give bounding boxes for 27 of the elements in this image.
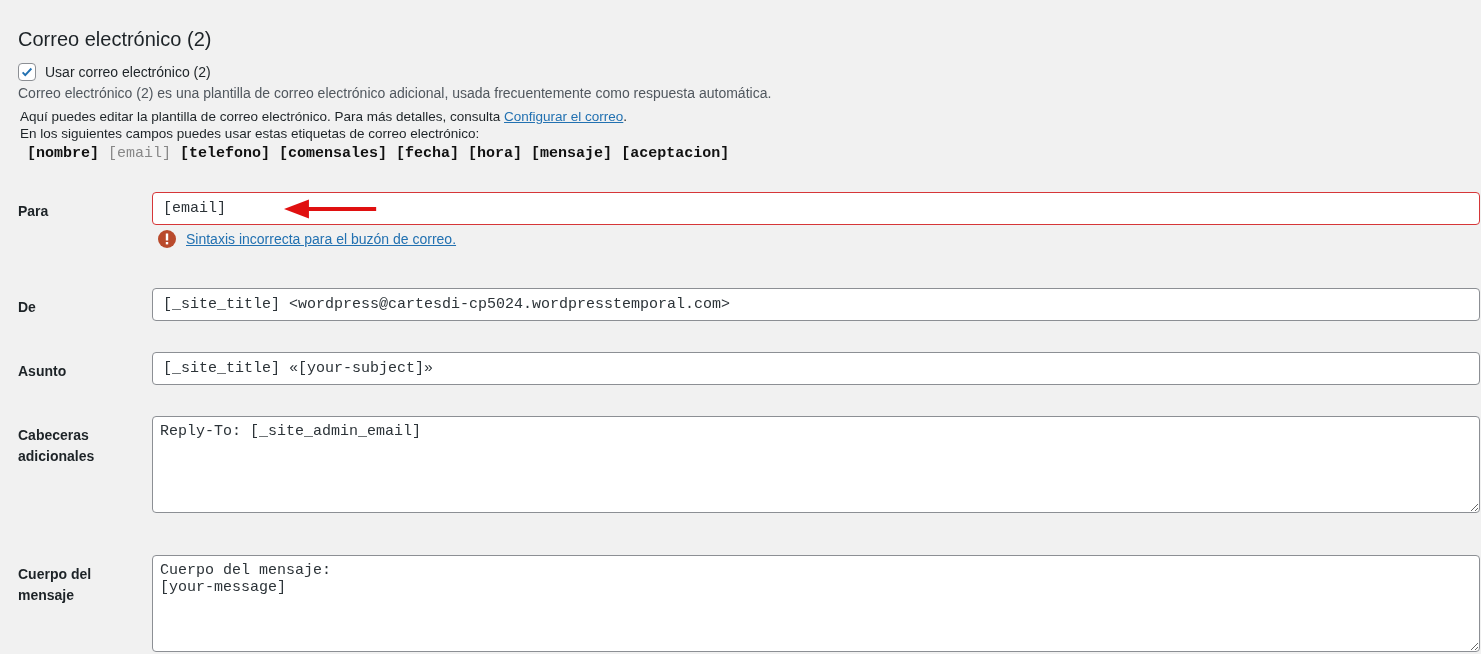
error-icon: [158, 230, 176, 248]
field-label: Para: [18, 202, 50, 221]
field-label: Asunto: [18, 362, 68, 381]
field-label: De: [18, 298, 37, 317]
checkbox-label: Usar correo electrónico (2): [45, 64, 211, 80]
field-label: Cabeceras adicionales: [18, 426, 96, 466]
error-link[interactable]: Sintaxis incorrecta para el buzón de correo.: [186, 231, 457, 247]
mail-tag: [telefono]: [180, 145, 271, 162]
checkbox[interactable]: [18, 63, 36, 81]
mail-tag: [fecha]: [396, 145, 460, 162]
text-field[interactable]: [_site_title] «[your-subject]»: [152, 352, 1480, 385]
help-text: Aquí puedes editar la plantilla de correo electrónico. Para más detalles, consulta Configurar el correo.: [20, 109, 629, 124]
section-title: Correo electrónico (2): [18, 28, 213, 51]
description-text: Correo electrónico (2) es una plantilla de correo electrónico adicional, usada frecuentemente como respuesta automática.: [18, 85, 773, 101]
text-area[interactable]: Reply-To: [_site_admin_email]: [152, 416, 1480, 513]
text-field[interactable]: [_site_title] <wordpress@cartesdi-cp5024.wordpresstemporal.com>: [152, 288, 1480, 321]
mail-tag: [comensales]: [279, 145, 388, 162]
mail-tag: [email]: [108, 145, 172, 162]
field-label: Cuerpo del mensaje: [18, 565, 93, 605]
mail-tag: [mensaje]: [531, 145, 613, 162]
text-field[interactable]: [email]: [152, 192, 1480, 225]
check-icon: [20, 65, 34, 79]
mail-tag: [hora]: [468, 145, 523, 162]
tags-intro-text: En los siguientes campos puedes usar estas etiquetas de correo electrónico:: [20, 126, 481, 141]
mail-tag: [nombre]: [27, 145, 99, 162]
text-area[interactable]: Cuerpo del mensaje: [your-message]: [152, 555, 1480, 652]
mail-tag: [aceptacion]: [621, 145, 730, 162]
